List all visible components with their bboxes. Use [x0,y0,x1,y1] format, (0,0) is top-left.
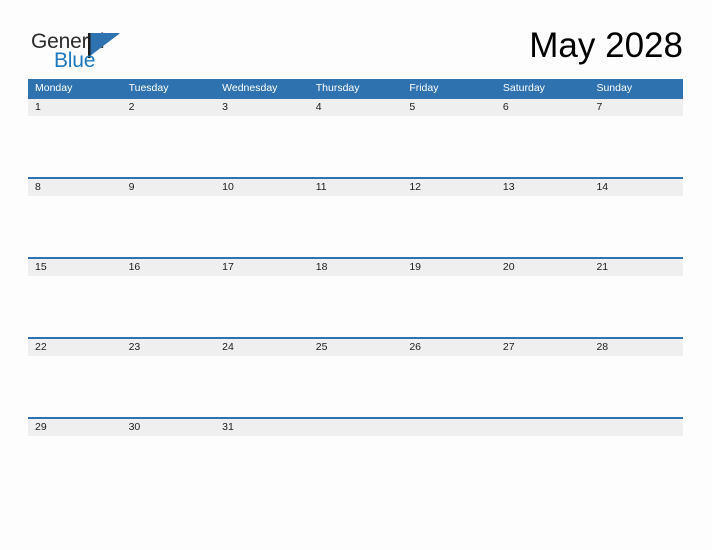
day-cell[interactable]: 25 [309,339,403,356]
day-cell[interactable]: 18 [309,259,403,276]
day-cell[interactable]: 1 [28,99,122,116]
day-cell[interactable]: 17 [215,259,309,276]
day-cell[interactable]: 24 [215,339,309,356]
day-cell[interactable]: 26 [402,339,496,356]
day-cell[interactable]: 28 [589,339,683,356]
page-title: May 2028 [529,26,683,65]
day-cell[interactable]: 22 [28,339,122,356]
week-date-band: 29 30 31 [28,419,683,436]
weekday-header-row: Monday Tuesday Wednesday Thursday Friday… [28,79,683,97]
week-notes-area[interactable] [28,356,683,417]
day-cell[interactable]: 23 [122,339,216,356]
day-cell[interactable]: 14 [589,179,683,196]
week-date-band: 1 2 3 4 5 6 7 [28,99,683,116]
week-notes-area[interactable] [28,276,683,337]
week-row: 1 2 3 4 5 6 7 [28,97,683,177]
calendar-grid: Monday Tuesday Wednesday Thursday Friday… [28,79,683,497]
day-cell[interactable]: 21 [589,259,683,276]
week-notes-area[interactable] [28,196,683,257]
day-cell[interactable]: 8 [28,179,122,196]
page-header: General Blue May 2028 [0,0,712,79]
weekday-sunday: Sunday [596,82,633,94]
day-cell[interactable]: 30 [122,419,216,436]
day-cell[interactable]: 4 [309,99,403,116]
weekday-wednesday: Wednesday [222,82,278,94]
day-cell[interactable]: 27 [496,339,590,356]
day-cell[interactable]: 15 [28,259,122,276]
day-cell-empty [589,419,683,436]
day-cell[interactable]: 19 [402,259,496,276]
week-row: 8 9 10 11 12 13 14 [28,177,683,257]
day-cell-empty [309,419,403,436]
week-row: 15 16 17 18 19 20 21 [28,257,683,337]
day-cell[interactable]: 13 [496,179,590,196]
day-cell[interactable]: 12 [402,179,496,196]
day-cell[interactable]: 16 [122,259,216,276]
week-date-band: 15 16 17 18 19 20 21 [28,259,683,276]
week-notes-area[interactable] [28,436,683,497]
weekday-tuesday: Tuesday [128,82,169,94]
brand-name-blue: Blue [54,49,96,72]
day-cell[interactable]: 3 [215,99,309,116]
week-row: 22 23 24 25 26 27 28 [28,337,683,417]
week-row: 29 30 31 [28,417,683,497]
weekday-friday: Friday [409,82,439,94]
calendar-page: General Blue May 2028 Monday Tuesday Wed… [0,0,712,550]
day-cell[interactable]: 10 [215,179,309,196]
day-cell[interactable]: 6 [496,99,590,116]
day-cell[interactable]: 2 [122,99,216,116]
day-cell[interactable]: 31 [215,419,309,436]
week-date-band: 8 9 10 11 12 13 14 [28,179,683,196]
day-cell[interactable]: 20 [496,259,590,276]
weekday-thursday: Thursday [315,82,360,94]
day-cell[interactable]: 9 [122,179,216,196]
day-cell[interactable]: 5 [402,99,496,116]
day-cell-empty [402,419,496,436]
day-cell[interactable]: 11 [309,179,403,196]
day-cell[interactable]: 7 [589,99,683,116]
weekday-monday: Monday [35,82,73,94]
weekday-saturday: Saturday [502,82,545,94]
brand-logo[interactable]: General Blue [31,31,161,75]
day-cell[interactable]: 29 [28,419,122,436]
week-date-band: 22 23 24 25 26 27 28 [28,339,683,356]
day-cell-empty [496,419,590,436]
week-notes-area[interactable] [28,116,683,177]
